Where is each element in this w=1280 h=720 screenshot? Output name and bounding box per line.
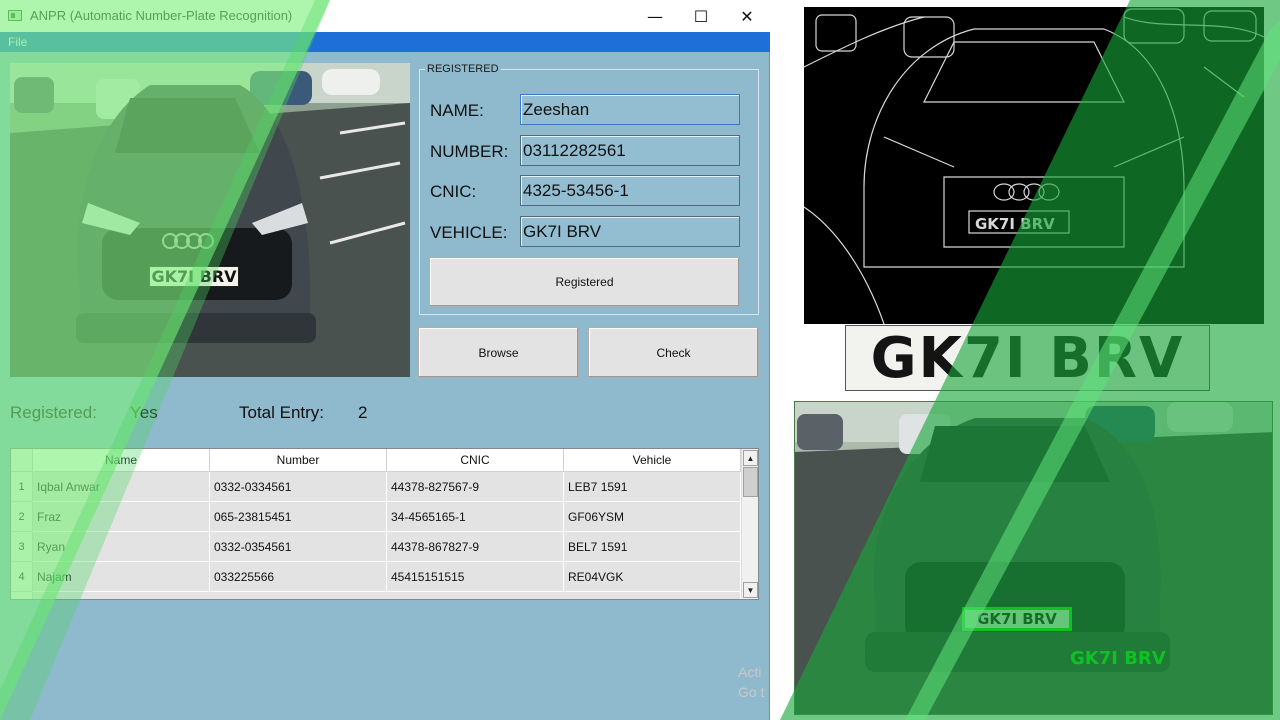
registered-status-value: Yes [130, 403, 158, 422]
table-cell[interactable]: 45415151515 [387, 562, 564, 592]
table-cell[interactable]: 033225566 [210, 562, 387, 592]
vehicle-field[interactable]: GK7I BRV [520, 216, 740, 247]
registered-group-title: REGISTERED [425, 63, 501, 75]
table-cell[interactable]: BEL7 1591 [564, 532, 741, 562]
table-cell[interactable]: 0332-0334561 [210, 472, 387, 502]
name-label: NAME: [430, 101, 484, 120]
close-button[interactable]: ✕ [724, 0, 770, 32]
total-entry-value: 2 [358, 403, 368, 422]
scroll-down-icon[interactable]: ▼ [743, 582, 758, 598]
table-cell[interactable]: Ryan [33, 532, 210, 562]
menu-file[interactable]: File [8, 35, 27, 49]
total-entry-label: Total Entry: [239, 403, 325, 422]
cnic-label: CNIC: [430, 182, 477, 201]
column-header-vehicle[interactable]: Vehicle [564, 449, 741, 472]
registered-status-label: Registered: [10, 403, 97, 422]
row-header[interactable]: 1 [11, 472, 33, 502]
registered-group: REGISTERED NAME: Zeeshan NUMBER: 0311228… [419, 63, 759, 315]
registered-button[interactable]: Registered [429, 257, 740, 307]
name-field[interactable]: Zeeshan [520, 94, 740, 125]
menu-bar: File [0, 32, 770, 52]
row-header[interactable]: 3 [11, 532, 33, 562]
app-window: ANPR (Automatic Number-Plate Recognition… [0, 0, 770, 720]
row-header[interactable]: 4 [11, 562, 33, 592]
table-cell[interactable]: Fraz [33, 502, 210, 532]
app-icon [8, 10, 22, 21]
car-photo-plate: GK7I BRV [149, 266, 239, 287]
number-field[interactable]: 03112282561 [520, 135, 740, 166]
car-photo: GK7I BRV [10, 63, 410, 377]
edge-detection-image: GK7I BRV [804, 7, 1264, 324]
number-label: NUMBER: [430, 142, 509, 161]
title-bar[interactable]: ANPR (Automatic Number-Plate Recognition… [0, 0, 770, 32]
table-cell[interactable]: GF06YSM [564, 502, 741, 532]
car-photo-illustration [10, 63, 410, 377]
table-scrollbar[interactable]: ▲ ▼ [741, 449, 758, 599]
cnic-field[interactable]: 4325-53456-1 [520, 175, 740, 206]
vehicle-label: VEHICLE: [430, 223, 508, 242]
table-cell[interactable]: Najam [33, 562, 210, 592]
scrollbar-thumb[interactable] [743, 467, 758, 497]
plate-crop-image: GK7I BRV [845, 325, 1210, 391]
close-icon: ✕ [740, 6, 754, 26]
table-cell[interactable]: 34-4565165-1 [387, 502, 564, 532]
browse-button[interactable]: Browse [418, 327, 579, 378]
detected-plate-label: GK7I BRV [1070, 648, 1166, 669]
entries-table[interactable]: Name Number CNIC Vehicle 1 Iqbal Anwar 0… [10, 448, 759, 600]
table-cell[interactable]: LEB7 1591 [564, 472, 741, 502]
minimize-button[interactable]: — [632, 0, 678, 32]
watermark-line-1: Acti [738, 664, 762, 680]
minimize-icon: — [647, 6, 663, 26]
activation-watermark: Acti Go t [738, 662, 764, 702]
maximize-button[interactable]: ☐ [678, 0, 724, 32]
table-cell[interactable]: RE04VGK [564, 562, 741, 592]
column-header-cnic[interactable]: CNIC [387, 449, 564, 472]
detected-plate-box: GK7I BRV [962, 607, 1072, 631]
row-header[interactable] [11, 592, 33, 599]
table-cell[interactable]: 0332-0354561 [210, 532, 387, 562]
row-header[interactable]: 2 [11, 502, 33, 532]
check-button[interactable]: Check [588, 327, 759, 378]
detection-result-image: GK7I BRV GK7I BRV [794, 401, 1273, 715]
maximize-icon: ☐ [693, 6, 709, 26]
screen: ANPR (Automatic Number-Plate Recognition… [0, 0, 1280, 720]
table-cell[interactable]: 065-23815451 [210, 502, 387, 532]
table-cell[interactable]: 44378-867827-9 [387, 532, 564, 562]
table-cell[interactable]: 44378-827567-9 [387, 472, 564, 502]
table-corner[interactable] [11, 449, 33, 472]
detection-car-illustration [795, 402, 1272, 714]
column-header-number[interactable]: Number [210, 449, 387, 472]
watermark-line-2: Go t [738, 684, 765, 700]
column-header-name[interactable]: Name [33, 449, 210, 472]
table-cell[interactable] [33, 592, 741, 599]
edge-outline-illustration: GK7I BRV [804, 8, 1264, 324]
table-cell[interactable]: Iqbal Anwar [33, 472, 210, 502]
scroll-up-icon[interactable]: ▲ [743, 450, 758, 466]
window-title: ANPR (Automatic Number-Plate Recognition… [30, 8, 293, 23]
edge-plate-text: GK7I BRV [975, 215, 1055, 233]
